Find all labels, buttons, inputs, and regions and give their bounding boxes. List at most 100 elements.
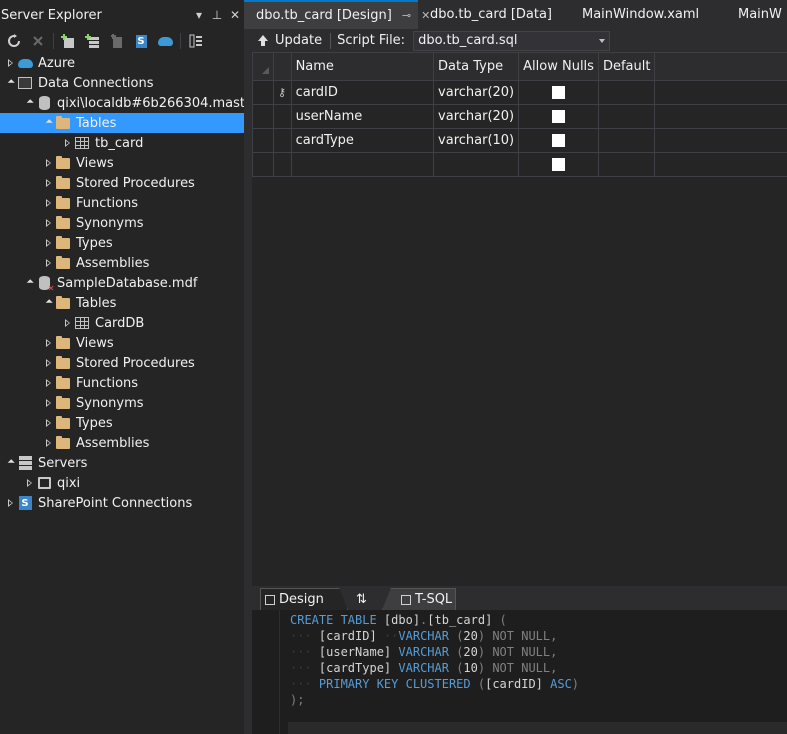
row-selector[interactable]	[252, 80, 274, 105]
tree-node-tables[interactable]: Tables	[0, 113, 244, 133]
server-explorer-titlebar: Server Explorer ▾ ⊥ ✕	[0, 0, 244, 30]
table-row[interactable]: userName varchar(20)	[252, 104, 787, 129]
tree-node-synonyms[interactable]: Synonyms	[0, 393, 244, 413]
collapse-arrow-icon[interactable]	[3, 53, 17, 73]
pin-icon[interactable]: ⊥	[208, 8, 226, 22]
pin-icon[interactable]: ⊸	[402, 9, 411, 22]
data-type-cell[interactable]: varchar(20)	[433, 104, 520, 129]
allow-nulls-checkbox[interactable]	[518, 128, 599, 153]
properties-icon[interactable]	[184, 31, 208, 51]
sharepoint-icon[interactable]: S	[129, 31, 153, 51]
collapse-arrow-icon[interactable]	[41, 253, 55, 273]
collapse-arrow-icon[interactable]	[22, 473, 36, 493]
tree-node-qixi-localdb-6b266304-master[interactable]: qixi\localdb#6b266304.master	[0, 93, 244, 113]
collapse-arrow-icon[interactable]	[60, 133, 74, 153]
table-row[interactable]: ⚷ cardID varchar(20)	[252, 80, 787, 105]
tab-tb-card-design[interactable]: dbo.tb_card [Design] ⊸ ✕	[244, 0, 430, 29]
tab-design[interactable]: Design	[260, 588, 348, 610]
allow-nulls-checkbox[interactable]	[518, 104, 599, 129]
header-data-type[interactable]: Data Type	[433, 52, 520, 81]
data-type-cell[interactable]: varchar(20)	[433, 80, 520, 105]
collapse-arrow-icon[interactable]	[41, 393, 55, 413]
tab-mainwindow-truncated[interactable]: MainW	[738, 0, 787, 29]
tree-node-qixi[interactable]: qixi	[0, 473, 244, 493]
allow-nulls-checkbox[interactable]	[518, 152, 599, 177]
collapse-arrow-icon[interactable]	[41, 213, 55, 233]
tree-node-tb-card[interactable]: tb_card	[0, 133, 244, 153]
expand-arrow-icon[interactable]	[3, 73, 17, 93]
tree-node-views[interactable]: Views	[0, 153, 244, 173]
default-cell[interactable]	[597, 80, 656, 105]
tree-node-views[interactable]: Views	[0, 333, 244, 353]
row-selector[interactable]	[252, 152, 274, 177]
tree-node-assemblies[interactable]: Assemblies	[0, 253, 244, 273]
tree-node-sampledatabase-mdf[interactable]: SampleDatabase.mdf	[0, 273, 244, 293]
collapse-arrow-icon[interactable]	[41, 193, 55, 213]
tsql-editor[interactable]: CREATE TABLE [dbo].[tb_card] (··· [cardI…	[252, 610, 787, 734]
collapse-arrow-icon[interactable]	[41, 333, 55, 353]
tree-node-stored-procedures[interactable]: Stored Procedures	[0, 353, 244, 373]
row-selector[interactable]	[252, 128, 274, 153]
tab-tsql[interactable]: T-SQL	[382, 588, 456, 610]
tree-node-synonyms[interactable]: Synonyms	[0, 213, 244, 233]
sql-token: [cardID]	[485, 677, 543, 691]
header-default[interactable]: Default	[597, 52, 656, 81]
tree-node-types[interactable]: Types	[0, 233, 244, 253]
header-name[interactable]: Name	[290, 52, 435, 81]
refresh-icon[interactable]	[2, 31, 26, 51]
tree-node-assemblies[interactable]: Assemblies	[0, 433, 244, 453]
tree-node-sharepoint-connections[interactable]: S SharePoint Connections	[0, 493, 244, 513]
tab-mainwindow-xaml[interactable]: MainWindow.xaml	[578, 0, 738, 29]
script-file-dropdown[interactable]: dbo.tb_card.sql	[413, 30, 611, 51]
expand-arrow-icon[interactable]	[3, 453, 17, 473]
default-cell[interactable]	[597, 104, 656, 129]
collapse-arrow-icon[interactable]	[41, 433, 55, 453]
connect-server-icon[interactable]	[81, 31, 105, 51]
column-name-cell[interactable]: cardType	[290, 128, 435, 153]
tree-node-data-connections[interactable]: Data Connections	[0, 73, 244, 93]
default-cell[interactable]	[597, 128, 656, 153]
grid-corner[interactable]	[252, 52, 274, 81]
expand-arrow-icon[interactable]	[41, 293, 55, 313]
collapse-arrow-icon[interactable]	[41, 153, 55, 173]
tree-node-label: SampleDatabase.mdf	[57, 275, 198, 291]
tree-node-functions[interactable]: Functions	[0, 193, 244, 213]
data-type-cell[interactable]: varchar(10)	[433, 128, 520, 153]
expand-arrow-icon[interactable]	[22, 273, 36, 293]
column-name-cell[interactable]	[290, 152, 435, 177]
tree-node-types[interactable]: Types	[0, 413, 244, 433]
tab-tb-card-data[interactable]: dbo.tb_card [Data]	[418, 0, 578, 29]
row-selector[interactable]	[252, 104, 274, 129]
expand-arrow-icon[interactable]	[41, 113, 55, 133]
collapse-arrow-icon[interactable]	[41, 373, 55, 393]
swap-panes-button[interactable]: ⇅	[350, 588, 384, 610]
collapse-arrow-icon[interactable]	[41, 173, 55, 193]
expand-arrow-icon[interactable]	[22, 93, 36, 113]
tree-node-stored-procedures[interactable]: Stored Procedures	[0, 173, 244, 193]
collapse-arrow-icon[interactable]	[41, 233, 55, 253]
tree-node-functions[interactable]: Functions	[0, 373, 244, 393]
tree-node-azure[interactable]: Azure	[0, 53, 244, 73]
filter-icon[interactable]	[105, 31, 129, 51]
tree-node-servers[interactable]: Servers	[0, 453, 244, 473]
collapse-arrow-icon[interactable]	[41, 413, 55, 433]
collapse-arrow-icon[interactable]	[60, 313, 74, 333]
tree-node-carddb[interactable]: CardDB	[0, 313, 244, 333]
close-icon[interactable]: ✕	[226, 8, 244, 22]
data-type-cell[interactable]	[433, 152, 520, 177]
update-button[interactable]: Update	[252, 30, 328, 51]
allow-nulls-checkbox[interactable]	[518, 80, 599, 105]
collapse-arrow-icon[interactable]	[3, 493, 17, 513]
azure-icon[interactable]	[153, 31, 177, 51]
header-allow-nulls[interactable]: Allow Nulls	[518, 52, 599, 81]
collapse-arrow-icon[interactable]	[41, 353, 55, 373]
tree-node-tables[interactable]: Tables	[0, 293, 244, 313]
connect-db-icon[interactable]	[57, 31, 81, 51]
window-position-dropdown-icon[interactable]: ▾	[190, 8, 208, 22]
column-name-cell[interactable]: cardID	[290, 80, 435, 105]
table-row[interactable]: cardType varchar(10)	[252, 128, 787, 153]
default-cell[interactable]	[597, 152, 656, 177]
stop-icon[interactable]	[26, 31, 50, 51]
table-row-new[interactable]	[252, 152, 787, 177]
column-name-cell[interactable]: userName	[290, 104, 435, 129]
